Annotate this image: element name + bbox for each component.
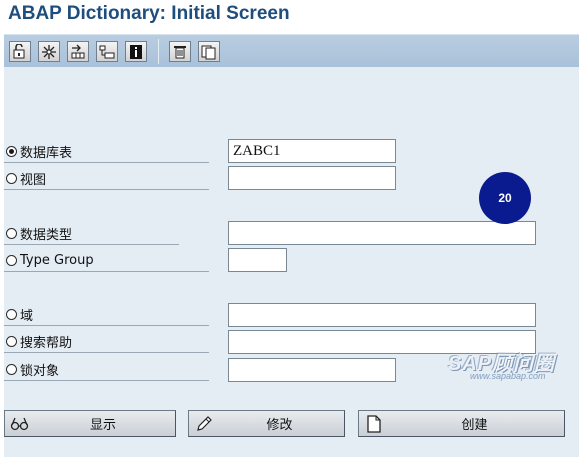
radio-view[interactable]: 视图	[4, 168, 209, 190]
radio-database-table[interactable]: 数据库表	[4, 141, 209, 163]
option-label: 锁对象	[20, 364, 60, 379]
view-input[interactable]	[228, 166, 396, 190]
where-used-icon	[42, 44, 56, 59]
create-button-label: 创建	[461, 418, 488, 433]
radio-button[interactable]	[6, 146, 17, 157]
change-button-label: 修改	[266, 418, 293, 433]
display-change-icon	[13, 43, 25, 58]
radio-button[interactable]	[6, 336, 17, 347]
database-table-input[interactable]: ZABC1	[228, 139, 396, 163]
glasses-icon	[9, 413, 31, 435]
display-button-label: 显示	[89, 418, 116, 433]
radio-search-help[interactable]: 搜索帮助	[4, 331, 209, 353]
radio-domain[interactable]: 域	[4, 304, 209, 326]
lock-object-input[interactable]	[228, 358, 396, 382]
display-button[interactable]: 显示	[4, 410, 176, 437]
option-label: 域	[20, 309, 34, 324]
radio-data-type[interactable]: 数据类型	[4, 223, 179, 245]
radio-lock-object[interactable]: 锁对象	[4, 359, 209, 381]
object-list-button[interactable]	[96, 41, 118, 62]
option-label: 搜索帮助	[20, 336, 73, 351]
where-used-button[interactable]	[38, 41, 60, 62]
pencil-icon	[193, 413, 215, 435]
delete-button[interactable]	[169, 41, 191, 62]
watermark-url: www.sapabap.com	[470, 371, 546, 381]
data-type-input[interactable]	[228, 221, 536, 245]
object-list-icon	[99, 45, 115, 58]
toolbar-separator	[158, 39, 159, 64]
type-group-input[interactable]	[228, 248, 287, 272]
radio-button[interactable]	[6, 173, 17, 184]
change-button[interactable]: 修改	[188, 410, 345, 437]
info-icon	[130, 44, 142, 59]
radio-button[interactable]	[6, 309, 17, 320]
option-label: 数据类型	[20, 228, 73, 243]
step-number-badge: 20	[479, 172, 531, 224]
radio-button[interactable]	[6, 255, 17, 266]
info-button[interactable]	[125, 41, 147, 62]
display-change-button[interactable]	[9, 41, 31, 62]
main-area: 数据库表 ZABC1 视图 数据类型 Type Group 域 搜索帮助 锁对象…	[4, 67, 579, 457]
radio-button[interactable]	[6, 228, 17, 239]
radio-button[interactable]	[6, 364, 17, 375]
new-document-icon	[363, 413, 385, 435]
copy-icon	[201, 45, 216, 59]
create-button[interactable]: 创建	[358, 410, 565, 437]
page-title: ABAP Dictionary: Initial Screen	[8, 3, 290, 24]
option-label: Type Group	[20, 253, 94, 268]
option-label: 数据库表	[20, 146, 73, 161]
delete-icon	[174, 45, 186, 58]
transport-icon	[71, 44, 85, 58]
application-toolbar	[4, 34, 579, 67]
domain-input[interactable]	[228, 303, 536, 327]
copy-button[interactable]	[198, 41, 220, 62]
option-label: 视图	[20, 173, 47, 188]
radio-type-group[interactable]: Type Group	[4, 250, 209, 272]
transport-button[interactable]	[67, 41, 89, 62]
